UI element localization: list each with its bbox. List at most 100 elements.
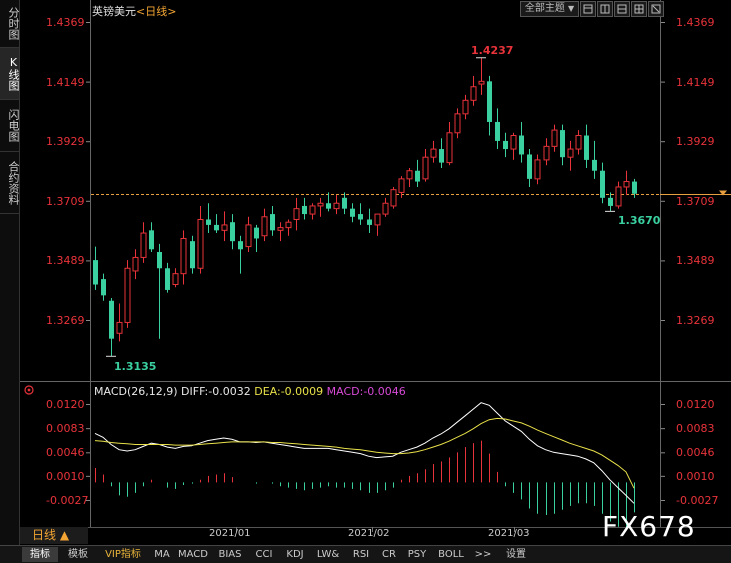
tab-boll[interactable]: BOLL [434,547,468,562]
candle-body [470,86,477,101]
candles-group [93,57,637,357]
candle-body [398,178,405,193]
candle-body [172,273,179,286]
candle-body [454,113,461,134]
candle-body [510,135,517,150]
tab-vip-indicators[interactable]: VIP指标 [98,547,148,562]
candle-body [285,221,292,229]
candle-body [422,156,429,180]
candle-body [132,256,139,272]
price-label-l-5: 1.3269 [46,314,85,327]
candle-body [430,148,437,158]
candle-body [230,222,235,242]
candle-body [487,81,492,122]
candle-body [575,135,582,150]
macd-label-l-1: 0.0083 [46,422,85,436]
candle-body [302,205,307,215]
kline-chart-canvas[interactable] [0,0,731,545]
candle-body [406,170,413,180]
macd-label-l-3: 0.0010 [46,469,85,483]
candle-body [245,224,252,248]
candle-body [608,197,613,206]
candle-body [543,145,550,161]
theme-dropdown-label: 全部主题 [524,3,565,14]
candle-body [551,129,558,147]
macd-name: MACD(26,12,9) [94,385,178,398]
candle-body [317,202,324,207]
tab-rsi[interactable]: RSI [347,547,375,562]
macd-label-r-2: 0.0046 [676,446,715,460]
split-view-icon[interactable] [614,1,630,17]
tab-macd[interactable]: MACD [176,547,210,562]
tab-cci[interactable]: CCI [250,547,278,562]
tab-indicators[interactable]: 指标 [22,547,58,562]
candle-body [165,268,170,290]
period-selector[interactable]: 日线 ▲ [20,527,88,544]
candle-body [326,203,331,209]
price-label-l-3: 1.3709 [46,194,85,208]
symbol-name: 英镑美元 [92,5,136,18]
macd-label-l-2: 0.0046 [46,446,85,460]
macd-diff-value: DIFF:-0.0032 [181,385,251,398]
tab-templates[interactable]: 模板 [61,547,95,562]
candle-body [261,216,268,237]
tab-more[interactable]: >> [471,547,495,562]
expand-panel-button[interactable] [580,1,596,17]
theme-dropdown[interactable]: 全部主题 ▼ [520,1,579,17]
candle-body [439,149,444,163]
candle-body [214,224,219,231]
date-label-feb: 2021/02 [348,528,390,539]
candle-body [632,181,637,194]
date-label-jan: 2021/01 [209,528,251,539]
macd-label-l-0: 0.0120 [46,398,85,411]
tab-bias[interactable]: BIAS [213,547,247,562]
candle-body [109,300,114,339]
candle-body [534,159,541,180]
chart-title: 英镑美元<日线> [92,3,176,19]
candle-body [277,227,284,231]
macd-header: MACD(26,12,9) DIFF:-0.0032 DEA:-0.0009 M… [94,385,406,398]
grid-view-icon[interactable] [631,1,647,17]
macd-hist-value: MACD:-0.0046 [326,385,406,398]
price-label-r-3: 1.3709 [676,194,715,208]
candle-body [495,121,500,141]
macd-label-r-1: 0.0083 [676,422,715,436]
candle-body [382,202,389,215]
candle-body [342,197,347,209]
tab-settings[interactable]: 设置 [498,547,534,562]
candle-body [350,208,355,217]
price-label-l-4: 1.3489 [46,254,85,268]
candle-body [592,159,597,171]
indicator-tab-bar: 指标 模板 VIP指标 MA MACD BIAS CCI KDJ LW& RSI CR PSY BOLL… [0,545,731,563]
candle-body [309,205,316,215]
macd-label-r-4: -0.0027 [676,494,719,507]
price-label-l-2: 1.3929 [46,135,85,149]
candle-body [293,208,300,220]
tab-cr[interactable]: CR [378,547,400,562]
macd-dea-line [94,417,635,489]
tab-psy[interactable]: PSY [403,547,431,562]
high-price-annotation: 1.4237 [471,44,514,57]
tab-ma[interactable]: MA [151,547,173,562]
price-label-l-1: 1.4149 [46,75,85,89]
candle-body [623,181,630,188]
candle-body [93,260,98,285]
low-price-annotation: 1.3135 [114,360,157,373]
date-label-mar: 2021/03 [488,528,530,539]
candle-body [270,214,275,231]
watermark-logo: FX678 [602,510,696,543]
period-label: <日线> [136,5,177,18]
candle-body [149,230,154,250]
tab-lw[interactable]: LW& [312,547,344,562]
close-icon[interactable] [648,1,664,17]
candle-body [367,219,372,225]
candle-body [527,154,532,179]
price-label-r-2: 1.3929 [676,135,715,149]
price-label-r-0: 1.4369 [676,16,715,29]
price-label-r-1: 1.4149 [676,75,715,89]
layout-icon[interactable] [597,1,613,17]
price-label-l-0: 1.4369 [46,16,85,29]
candle-body [116,321,123,334]
tab-kdj[interactable]: KDJ [281,547,309,562]
candle-body [197,218,204,269]
